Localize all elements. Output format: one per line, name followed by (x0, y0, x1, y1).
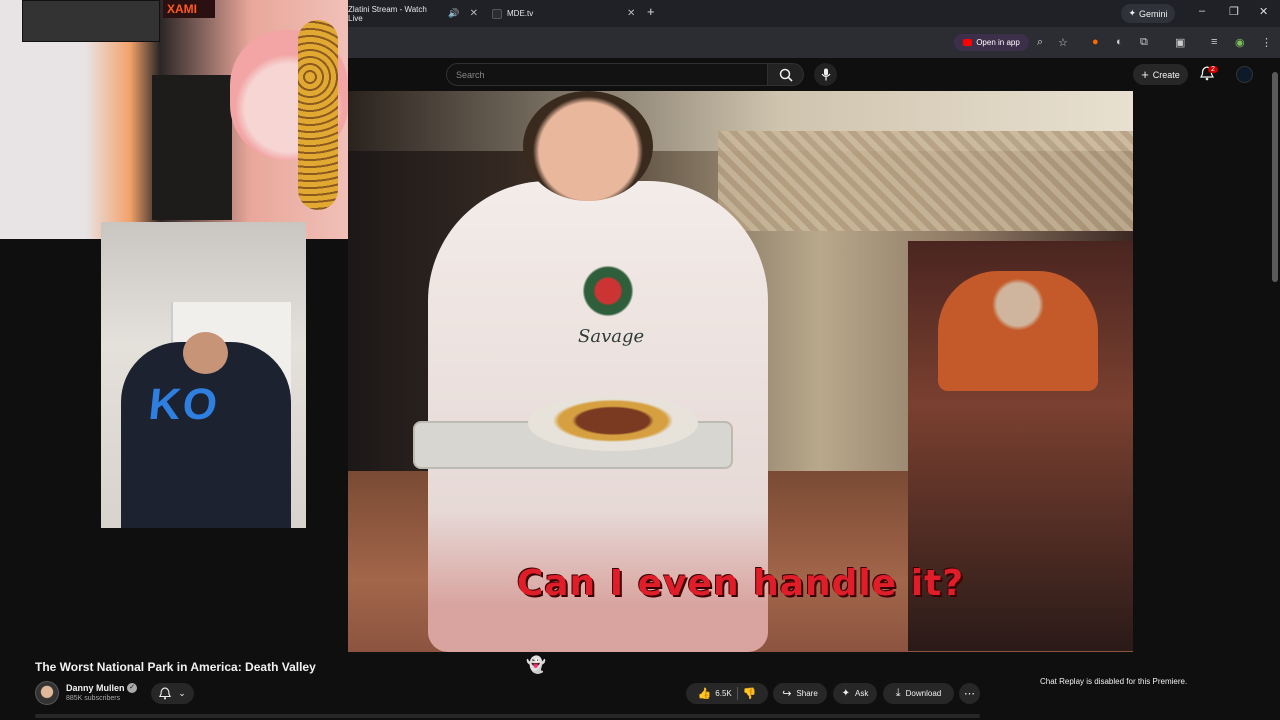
notification-count-badge: 2 (1208, 66, 1218, 73)
channel-name[interactable]: Danny Mullen (66, 683, 125, 693)
create-button[interactable]: + Create (1133, 64, 1188, 85)
tab-mde[interactable]: MDE.tv ✕ (492, 0, 640, 27)
webcam-overlay-person: KO (101, 222, 306, 528)
ghost-emoji-icon: 👻 (526, 657, 546, 674)
gemini-label: Gemini (1139, 8, 1168, 19)
video-title: The Worst National Park in America: Deat… (35, 660, 316, 674)
close-icon[interactable]: ✕ (470, 8, 478, 19)
download-label: Download (905, 689, 942, 698)
subscription-bell-button[interactable]: ⌄ (151, 683, 194, 704)
menu-icon[interactable]: ⋮ (1261, 36, 1272, 49)
subscriber-count: 885K subscribers (66, 695, 121, 702)
poster-text: XAMI (163, 0, 215, 18)
chevron-down-icon: ⌄ (178, 688, 186, 698)
share-button[interactable]: ↪ Share (773, 683, 827, 704)
shirt-text: Savage (578, 326, 645, 347)
shirt-text: KO (146, 380, 222, 429)
giraffe-plush (298, 20, 338, 210)
search-input[interactable]: Search (446, 63, 768, 86)
profile-icon[interactable]: ◉ (1235, 36, 1245, 49)
wall-poster (22, 0, 160, 42)
download-button[interactable]: ⤓ Download (883, 683, 954, 704)
like-button[interactable]: 👍 6.5K (698, 687, 732, 700)
close-icon[interactable]: ✕ (627, 8, 635, 19)
youtube-icon (963, 39, 973, 46)
plus-icon: + (1141, 67, 1149, 82)
restore-icon[interactable]: ❐ (1229, 5, 1239, 18)
open-in-app-label: Open in app (976, 38, 1020, 47)
more-actions-button[interactable]: ⋯ (959, 683, 980, 704)
bell-icon (159, 687, 172, 700)
gemini-button[interactable]: ✦ Gemini (1121, 4, 1175, 23)
video-scene-plate (528, 396, 698, 451)
thumbs-down-icon[interactable]: 👎 (743, 687, 757, 700)
channel-avatar[interactable] (35, 681, 59, 705)
open-in-app-button[interactable]: Open in app (954, 34, 1029, 51)
tab-label: MDE.tv (507, 9, 534, 18)
tab-label: Zlatini Stream - Watch Live (348, 4, 427, 23)
scrollbar-thumb[interactable] (1272, 72, 1278, 282)
close-window-icon[interactable]: ✕ (1259, 5, 1268, 18)
video-scene-diner (938, 271, 1098, 391)
account-avatar[interactable] (1236, 66, 1253, 83)
share-label: Share (796, 689, 818, 698)
puzzle-icon[interactable]: ⧉ (1140, 36, 1148, 49)
new-tab-icon[interactable]: + (647, 4, 655, 19)
video-scene-wall (718, 131, 1133, 231)
voice-search-button[interactable] (814, 63, 837, 86)
shirt-logo (578, 261, 638, 321)
download-icon: ⤓ (895, 687, 901, 699)
description-box-edge (35, 714, 980, 718)
extension-icon[interactable]: ◐ (1116, 36, 1123, 48)
like-count: 6.5K (715, 689, 732, 698)
divider (736, 687, 738, 700)
more-icon: ⋯ (964, 688, 975, 700)
video-caption: Can I even handle it? (516, 563, 965, 604)
shelf (152, 75, 232, 220)
tab-zlatini-stream[interactable]: Zlatini Stream - Watch Live 🔊 ✕ (348, 0, 478, 27)
speaker-icon[interactable]: 🔊 (448, 8, 459, 19)
bookmark-star-icon[interactable]: ☆ (1058, 36, 1068, 49)
chat-panel (1133, 91, 1270, 652)
sparkle-icon: ✦ (841, 688, 851, 699)
webcam-overlay-room: XAMI (0, 0, 348, 239)
chat-replay-notice: Chat Replay is disabled for this Premier… (1040, 677, 1188, 686)
create-label: Create (1152, 69, 1180, 80)
tab-search-icon[interactable]: ▣ (1175, 36, 1185, 49)
like-dislike-group: 👍 6.5K 👎 (686, 683, 768, 704)
person-head (183, 332, 228, 374)
zoom-icon[interactable]: ⌕ (1037, 36, 1043, 49)
thumbs-up-icon: 👍 (697, 688, 712, 700)
favicon-icon (492, 8, 502, 19)
video-scene-person-head (523, 91, 653, 201)
media-control-icon[interactable]: ≡ (1211, 36, 1217, 48)
search-icon (779, 68, 793, 82)
microphone-icon (821, 68, 830, 81)
sparkle-icon: ✦ (1128, 8, 1137, 18)
minimize-icon[interactable]: – (1199, 5, 1205, 17)
verified-icon: ✓ (127, 683, 137, 693)
video-player[interactable]: Savage Can I even handle it? (348, 91, 1133, 652)
share-icon: ↪ (782, 688, 792, 700)
extension-icon[interactable]: ● (1092, 36, 1099, 48)
search-button[interactable] (767, 63, 804, 86)
ask-button[interactable]: ✦ Ask (833, 683, 877, 704)
ask-label: Ask (855, 689, 869, 698)
